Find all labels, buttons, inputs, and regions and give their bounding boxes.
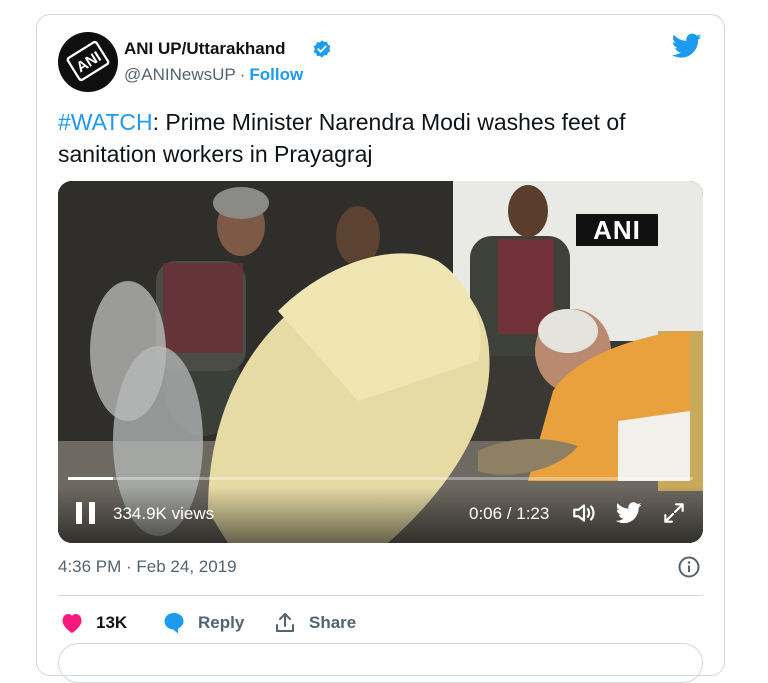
tweet-timestamp[interactable]: 4:36 PM · Feb 24, 2019 xyxy=(58,557,237,577)
reply-label: Reply xyxy=(198,613,245,632)
hashtag-link[interactable]: #WATCH xyxy=(58,109,153,135)
pause-icon[interactable] xyxy=(76,502,96,524)
separator: · xyxy=(239,65,246,84)
fullscreen-icon[interactable] xyxy=(661,500,687,526)
video-progress-fill xyxy=(68,477,113,480)
twitter-bird-icon[interactable] xyxy=(672,33,702,59)
read-replies-button[interactable] xyxy=(58,643,703,683)
ani-logo-icon: ANI xyxy=(66,40,110,82)
tweet-text: #WATCH: Prime Minister Narendra Modi was… xyxy=(58,106,698,170)
volume-icon[interactable] xyxy=(571,500,597,526)
author-name[interactable]: ANI UP/Uttarakhand xyxy=(124,39,286,59)
like-count: 13K xyxy=(96,613,128,632)
divider xyxy=(58,595,703,596)
author-handle-row: @ANINewsUP · Follow xyxy=(124,65,303,85)
tweet-card: ANI ANI UP/Uttarakhand @ANINewsUP · Follow… xyxy=(36,14,725,683)
avatar[interactable]: ANI xyxy=(58,32,118,92)
video-time: 0:06 / 1:23 xyxy=(469,504,550,523)
twitter-bird-icon[interactable] xyxy=(616,500,642,526)
info-icon[interactable] xyxy=(677,555,701,579)
view-count: 334.9K views xyxy=(113,504,215,523)
follow-button[interactable]: Follow xyxy=(249,65,303,84)
video-watermark: ANI xyxy=(576,214,658,246)
reply-button[interactable]: Reply xyxy=(162,608,244,638)
video-controls: 334.9K views 0:06 / 1:23 xyxy=(58,486,703,543)
share-label: Share xyxy=(309,613,357,632)
video-player[interactable]: ANI 334.9K views 0:06 / 1:23 xyxy=(58,181,703,543)
author-handle[interactable]: @ANINewsUP xyxy=(124,65,236,84)
share-icon xyxy=(276,613,294,632)
heart-icon xyxy=(62,614,82,633)
verified-badge-icon xyxy=(313,40,331,58)
share-button[interactable]: Share xyxy=(273,608,356,638)
video-progress-bar[interactable] xyxy=(68,477,693,480)
like-button[interactable]: 13K xyxy=(60,608,127,638)
reply-icon xyxy=(164,613,184,634)
